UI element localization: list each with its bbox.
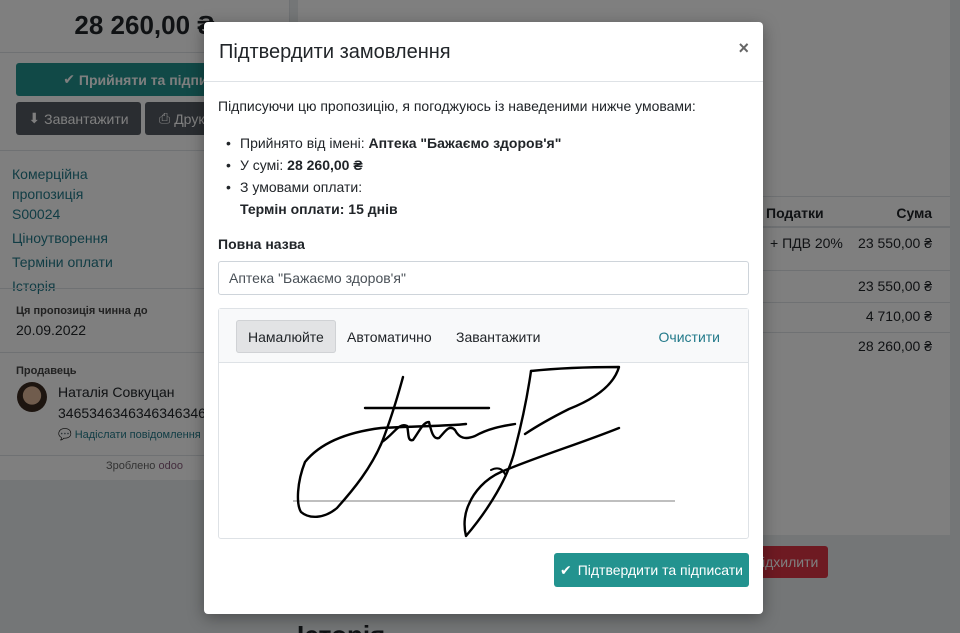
- confirm-and-sign-button[interactable]: ✔ Підтвердити та підписати: [554, 553, 749, 587]
- signature-pad: Намалюйте Автоматично Завантажити Очисти…: [218, 308, 749, 539]
- check-icon: ✔: [559, 561, 572, 578]
- confirm-order-dialog: Підтвердити замовлення × Підписуючи цю п…: [204, 22, 763, 614]
- full-name-label: Повна назва: [218, 236, 305, 252]
- full-name-input[interactable]: [218, 261, 749, 295]
- sum-value: 28 260,00 ₴: [287, 157, 363, 173]
- dialog-header: Підтвердити замовлення ×: [204, 22, 763, 82]
- tab-upload[interactable]: Завантажити: [444, 320, 553, 353]
- clear-signature-link[interactable]: Очистити: [659, 320, 720, 353]
- signature-stroke: [296, 375, 468, 518]
- list-item: У сумі: 28 260,00 ₴: [226, 154, 561, 176]
- tab-auto[interactable]: Автоматично: [335, 320, 444, 353]
- list-item: З умовами оплати:: [226, 176, 561, 198]
- signature-tabs: Намалюйте Автоматично Завантажити Очисти…: [219, 309, 748, 363]
- tab-draw[interactable]: Намалюйте: [236, 320, 336, 353]
- close-icon[interactable]: ×: [738, 38, 749, 59]
- signature-canvas[interactable]: [219, 364, 748, 538]
- accepted-value: Аптека "Бажаємо здоров'я": [368, 135, 562, 151]
- payment-terms-value: Термін оплати: 15 днів: [240, 201, 398, 217]
- list-item: Прийнято від імені: Аптека "Бажаємо здор…: [226, 132, 562, 154]
- dialog-intro: Підписуючи цю пропозицію, я погоджуюсь і…: [218, 98, 696, 114]
- terms-list: Прийнято від імені: Аптека "Бажаємо здор…: [226, 132, 562, 220]
- signature-stroke: [523, 365, 621, 436]
- dialog-title: Підтвердити замовлення: [219, 41, 451, 63]
